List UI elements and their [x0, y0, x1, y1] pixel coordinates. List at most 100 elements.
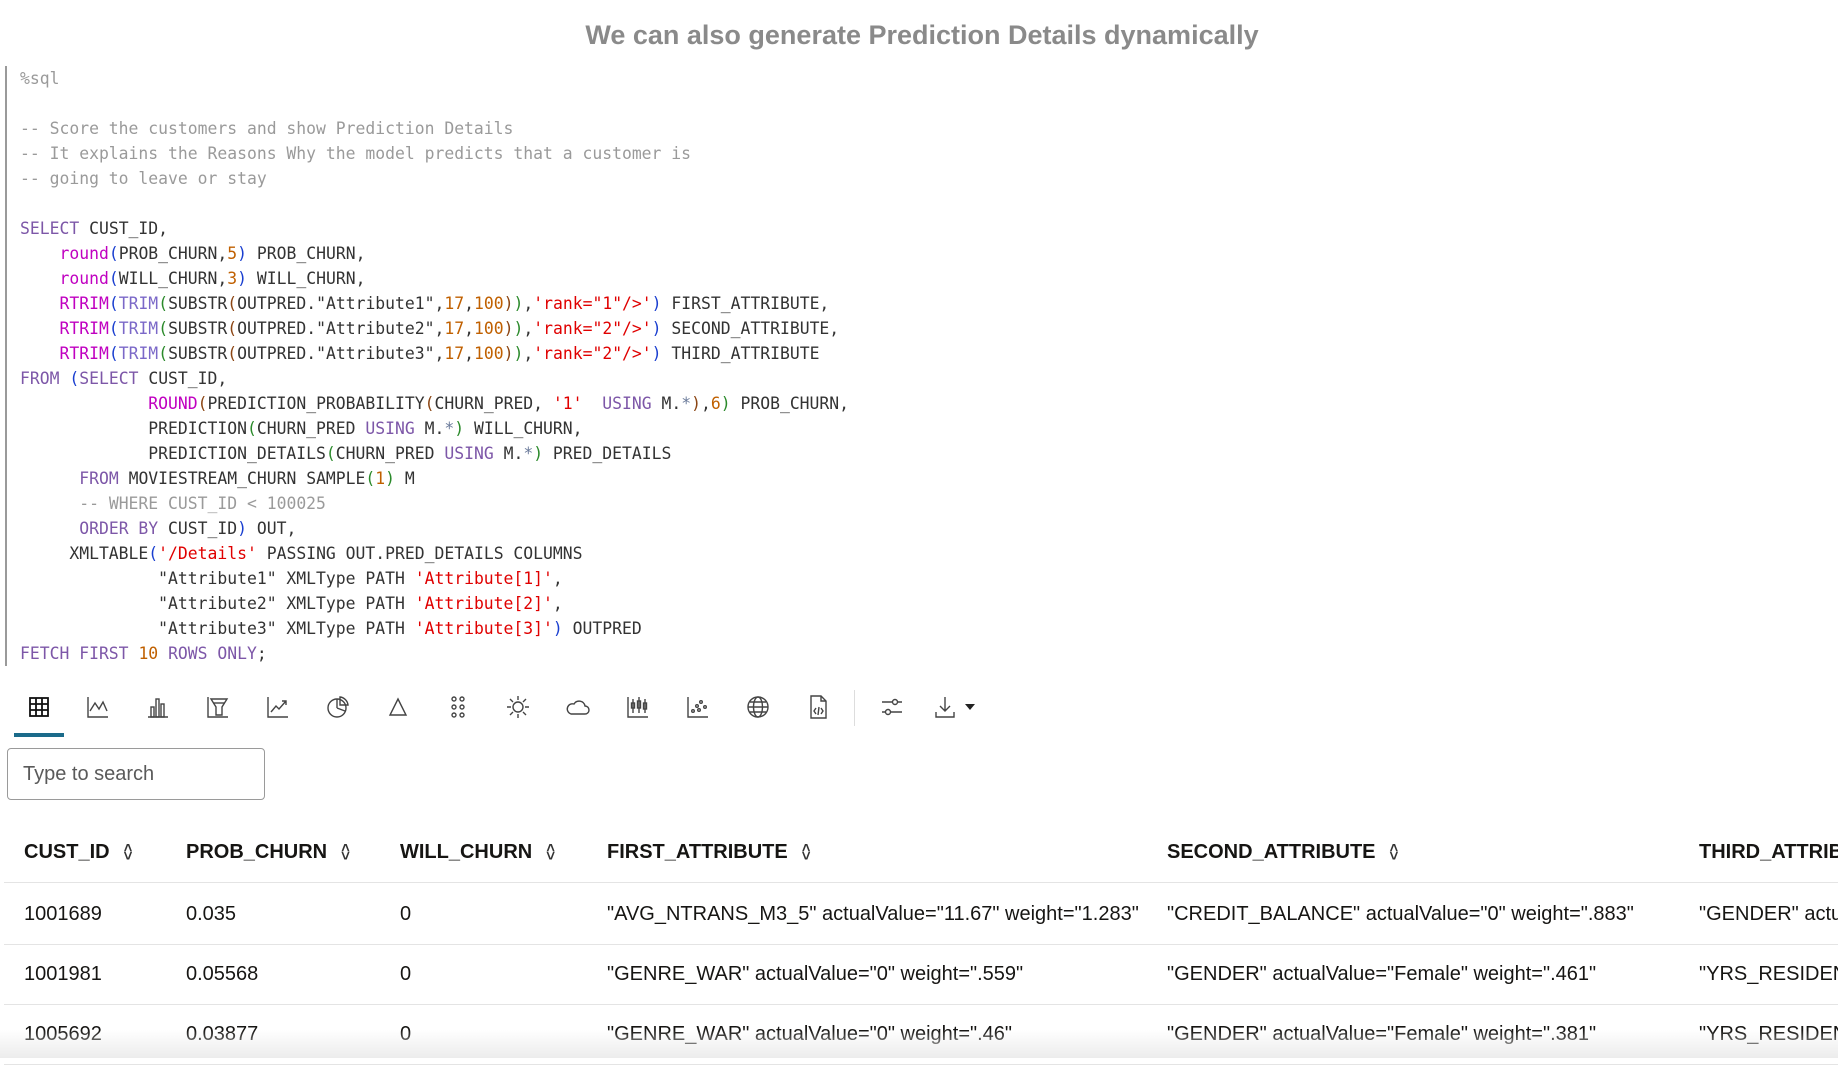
pyramid-button[interactable] [381, 690, 415, 724]
code-line: -- WHERE CUST_ID < 100025 [20, 491, 849, 516]
sort-icon[interactable]: ˄ ˅ [341, 841, 350, 864]
dots-grid-button[interactable] [441, 690, 475, 724]
code-token: SUBSTR [168, 319, 228, 338]
code-token: USING [365, 419, 415, 438]
code-token: CHURN_PRED [256, 419, 366, 438]
code-token: ( [108, 319, 119, 338]
toolbar-divider [854, 690, 855, 726]
code-token: * [523, 444, 534, 463]
code-line: FROM (SELECT CUST_ID, [20, 366, 849, 391]
code-token: 1 [375, 469, 386, 488]
pie-chart-button[interactable] [321, 690, 355, 724]
code-token: ( [227, 294, 238, 313]
code-token: ) [533, 444, 544, 463]
column-header[interactable]: CUST_ID ˄ ˅ [24, 822, 132, 882]
download-button[interactable] [928, 690, 962, 724]
code-token: CUST_ID [158, 519, 238, 538]
cloud-icon [566, 700, 590, 715]
code-token: -- WHERE CUST_ID < 100025 [79, 494, 326, 513]
code-token: SELECT [79, 369, 139, 388]
sun-button[interactable] [501, 690, 535, 724]
code-line: FROM MOVIESTREAM_CHURN SAMPLE(1) M [20, 466, 849, 491]
sort-icon[interactable]: ˄ ˅ [1390, 841, 1399, 864]
code-token: ( [325, 444, 336, 463]
code-line: PREDICTION(CHURN_PRED USING M.*) WILL_CH… [20, 416, 849, 441]
code-file-button[interactable] [801, 690, 835, 724]
bar-chart-button[interactable] [141, 690, 175, 724]
table-row[interactable]: 1001689 0.035 0 "AVG_NTRANS_M3_5" actualVal… [4, 884, 1838, 945]
code-line: -- going to leave or stay [20, 166, 849, 191]
code-token: ( [108, 344, 119, 363]
code-line: -- Score the customers and show Predicti… [20, 116, 849, 141]
code-line: round(WILL_CHURN,3) WILL_CHURN, [20, 266, 849, 291]
table-button[interactable] [22, 690, 56, 724]
code-token: PREDICTION_DETAILS [20, 444, 326, 463]
code-token: USING [602, 394, 652, 413]
column-header-label: FIRST_ATTRIBUTE [607, 841, 788, 863]
settings-sliders-button[interactable] [875, 690, 909, 724]
code-token: WILL_CHURN, [118, 269, 228, 288]
download-dropdown-caret-icon[interactable] [962, 690, 978, 724]
code-token: , [523, 344, 534, 363]
table-cell: "GENDER" actu [1699, 903, 1838, 925]
sort-icon[interactable]: ˄ ˅ [802, 841, 811, 864]
code-token: 100 [474, 294, 504, 313]
line-chart-button[interactable] [81, 690, 115, 724]
pie-chart-icon [327, 696, 349, 718]
code-token: ( [158, 319, 169, 338]
table-cell: "CREDIT_BALANCE" actualValue="0" weight=… [1167, 903, 1634, 925]
bottom-fade [0, 1030, 1838, 1058]
column-header[interactable]: PROB_CHURN ˄ ˅ [186, 822, 350, 882]
code-token: -- going to leave or stay [20, 169, 267, 188]
table-cell: 0 [400, 903, 412, 925]
code-token: 'rank="1"/>' [533, 294, 652, 313]
code-token: 17 [444, 344, 465, 363]
code-token: FROM [79, 469, 119, 488]
table-row[interactable]: 1001981 0.05568 0 "GENRE_WAR" actualValue="… [4, 944, 1838, 1005]
code-token: ) [513, 344, 524, 363]
code-token: -- It explains the Reasons Why the model… [20, 144, 692, 163]
code-token: ( [158, 344, 169, 363]
code-token: FETCH FIRST [20, 644, 129, 663]
code-token: , [464, 344, 475, 363]
boxplot-button[interactable] [621, 690, 655, 724]
globe-button[interactable] [741, 690, 775, 724]
code-token: M [395, 469, 415, 488]
column-header[interactable]: SECOND_ATTRIBUTE ˄ ˅ [1167, 822, 1398, 882]
column-header[interactable]: WILL_CHURN ˄ ˅ [400, 822, 555, 882]
code-token: ) [720, 394, 731, 413]
code-token: ) [552, 619, 563, 638]
search-input[interactable] [7, 748, 265, 800]
sun-icon [507, 696, 529, 718]
code-token: 100 [474, 344, 504, 363]
funnel-button[interactable] [201, 690, 235, 724]
trend-button[interactable] [261, 690, 295, 724]
code-token: M. [414, 419, 445, 438]
code-token: "Attribute3" XMLType PATH [20, 619, 415, 638]
table-cell: 1001689 [24, 903, 102, 925]
column-header-label: PROB_CHURN [186, 841, 328, 863]
code-token: ORDER BY [79, 519, 159, 538]
sort-icon[interactable]: ˄ ˅ [546, 841, 555, 864]
sql-code[interactable]: %sql -- Score the customers and show Pred… [20, 66, 849, 666]
code-token: 'Attribute[3]' [414, 619, 553, 638]
code-token: ROUND [148, 394, 198, 413]
sort-icon[interactable]: ˄ ˅ [124, 841, 133, 864]
code-token: PASSING OUT.PRED_DETAILS COLUMNS [256, 544, 583, 563]
code-line: "Attribute2" XMLType PATH 'Attribute[2]'… [20, 591, 849, 616]
column-header[interactable]: THIRD_ATTRIB [1699, 822, 1838, 882]
sql-code-editor[interactable]: %sql -- Score the customers and show Pred… [5, 66, 907, 666]
settings-sliders-icon [882, 698, 902, 716]
cloud-button[interactable] [561, 690, 595, 724]
code-token: round [59, 269, 109, 288]
column-header[interactable]: FIRST_ATTRIBUTE ˄ ˅ [607, 822, 811, 882]
scatter-button[interactable] [681, 690, 715, 724]
